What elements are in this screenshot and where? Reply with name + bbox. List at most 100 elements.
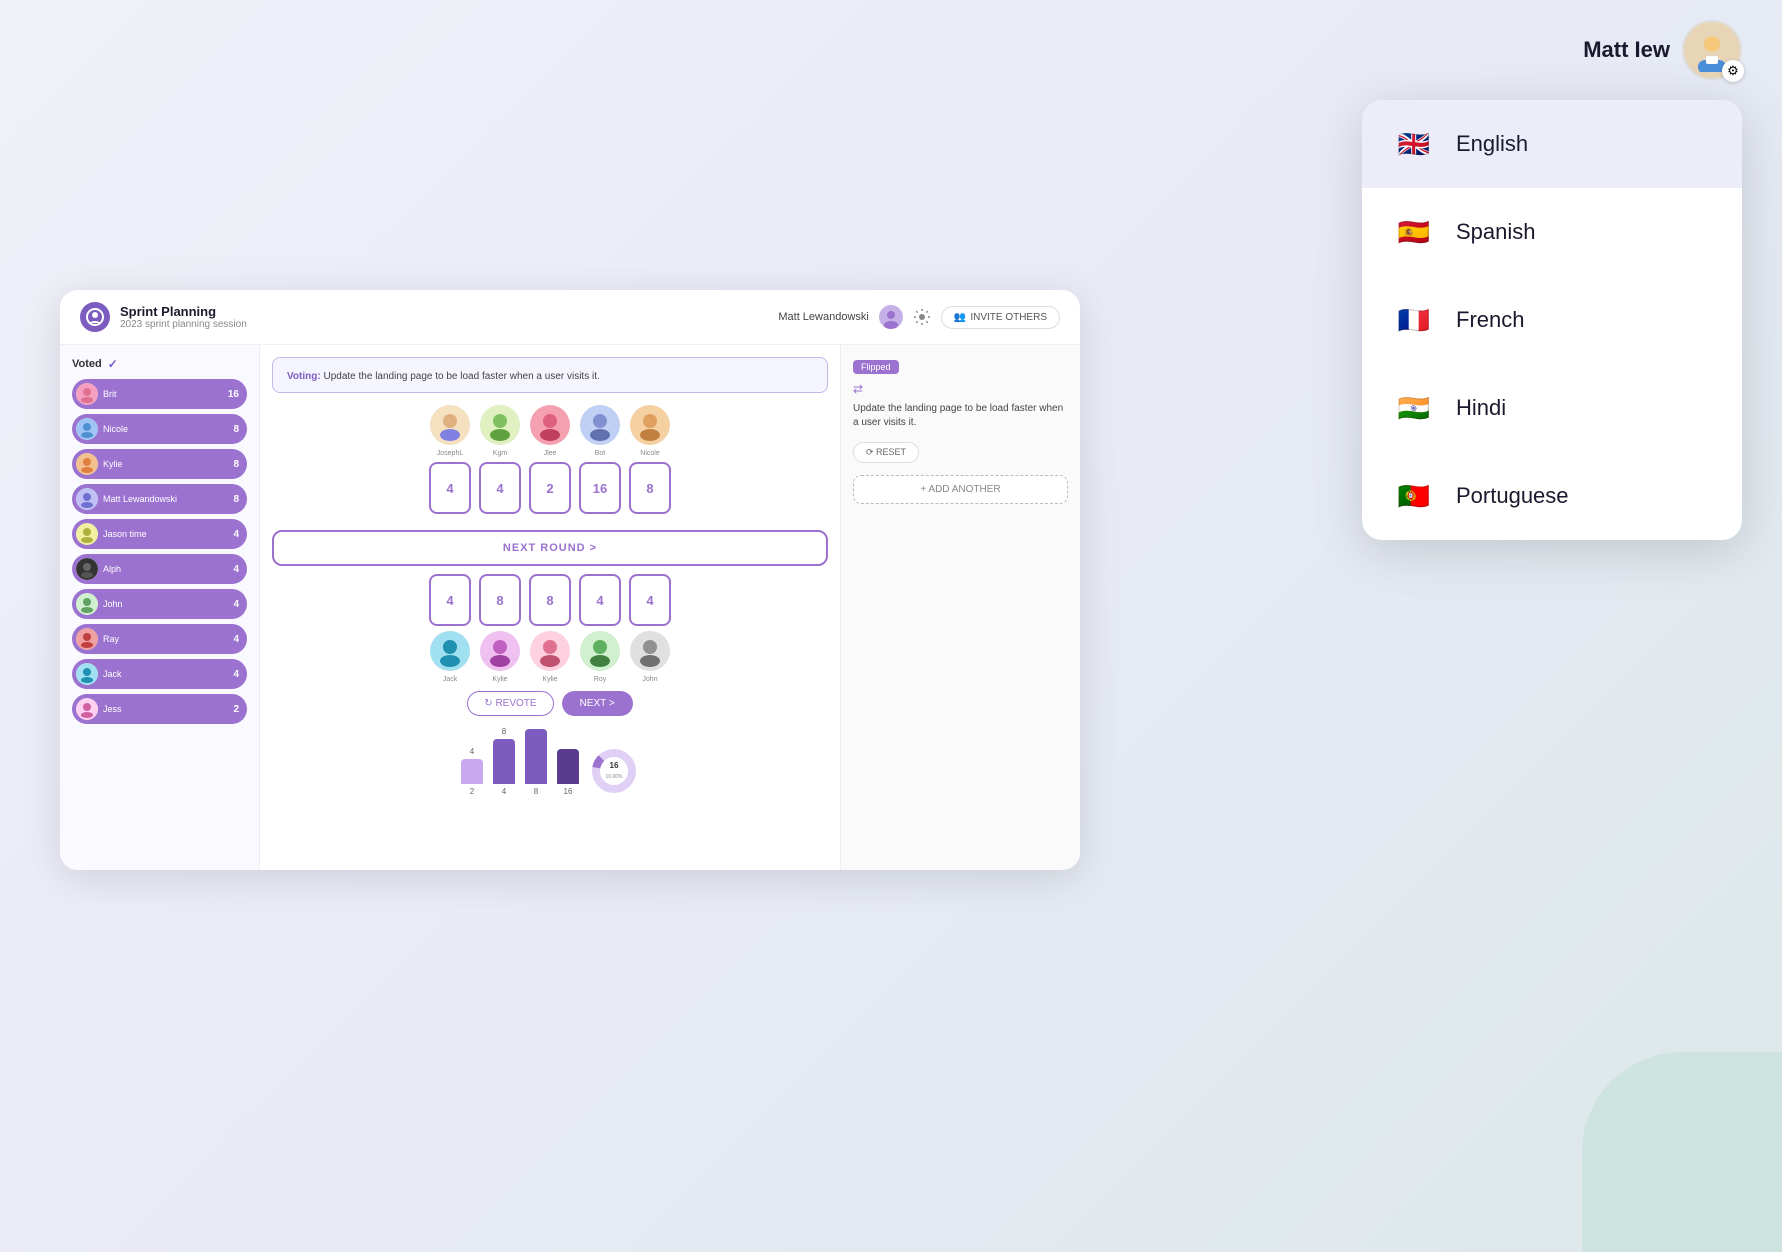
top-cards-row: JosephL 4 Kgm 4 Jlee 2 [272, 405, 828, 514]
app-title-area: Sprint Planning 2023 sprint planning ses… [120, 304, 247, 330]
player-label-kgm: Kgm [493, 450, 507, 457]
lang-item-french[interactable]: 🇫🇷 French [1362, 276, 1742, 364]
voter-score-jess: 2 [233, 704, 239, 715]
app-header: Sprint Planning 2023 sprint planning ses… [60, 290, 1080, 345]
bar-group-2: 4 2 [461, 747, 483, 796]
lang-label-french: French [1456, 307, 1524, 333]
player-label-joseph: JosephL [437, 450, 463, 457]
bar-4 [493, 739, 515, 784]
lang-item-spanish[interactable]: 🇪🇸 Spanish [1362, 188, 1742, 276]
main-content: Voting: Update the landing page to be lo… [260, 345, 840, 870]
voter-item-jess: Jess 2 [72, 694, 247, 724]
header: Matt Iew ⚙ [1583, 20, 1742, 80]
voter-score-ray: 4 [233, 634, 239, 645]
player-avatar-jack-bottom [430, 631, 470, 671]
lang-item-english[interactable]: 🇬🇧 English [1362, 100, 1742, 188]
voter-score-brit: 16 [228, 389, 239, 400]
voter-avatar-matt [76, 488, 98, 510]
player-col-joseph: JosephL 4 [429, 405, 471, 514]
settings-icon[interactable] [913, 308, 931, 326]
player-label-kylie-bottom: Kylie [492, 676, 507, 683]
player-label-kylie2-bottom: Kylie [542, 676, 557, 683]
player-label-jlee: Jlee [544, 450, 557, 457]
action-buttons: ↻ REVOTE NEXT > [272, 691, 828, 716]
flag-french: 🇫🇷 [1392, 298, 1436, 342]
bar-2 [461, 759, 483, 784]
player-col-roy-bottom: 4 Roy [579, 574, 621, 683]
reset-button[interactable]: ⟳ RESET [853, 442, 919, 463]
gear-icon[interactable]: ⚙ [1722, 60, 1744, 82]
bar-x-16: 16 [564, 787, 573, 796]
revote-button[interactable]: ↻ REVOTE [467, 691, 553, 716]
voting-bar: Voting: Update the landing page to be lo… [272, 357, 828, 393]
voter-item-alph: Alph 4 [72, 554, 247, 584]
avatar-container[interactable]: ⚙ [1682, 20, 1742, 80]
bar-group-16: 16 [557, 746, 579, 796]
voter-score-john: 4 [233, 599, 239, 610]
app-subtitle: 2023 sprint planning session [120, 319, 247, 330]
voter-avatar-jack [76, 663, 98, 685]
voter-score-alph: 4 [233, 564, 239, 575]
lang-label-spanish: Spanish [1456, 219, 1536, 245]
player-avatar-bot [580, 405, 620, 445]
svg-text:16: 16 [610, 761, 619, 770]
bar-x-2: 2 [470, 787, 474, 796]
player-avatar-kgm [480, 405, 520, 445]
voter-item-ray: Ray 4 [72, 624, 247, 654]
voter-name-john: John [103, 599, 123, 609]
player-label-nicole-top: Nicole [640, 450, 659, 457]
vote-card-kylie2-bottom: 8 [529, 574, 571, 626]
decorative-teal [1582, 1052, 1782, 1252]
app-user-name: Matt Lewandowski [778, 311, 869, 323]
vote-card-jack-bottom: 4 [429, 574, 471, 626]
voting-text: Voting: Update the landing page to be lo… [287, 371, 600, 382]
language-dropdown: 🇬🇧 English 🇪🇸 Spanish 🇫🇷 French 🇮🇳 Hindi… [1362, 100, 1742, 540]
sidebar: Voted ✓ Brit 16 Nicole 8 [60, 345, 260, 870]
app-logo-icon [80, 302, 110, 332]
voter-score-nicole: 8 [233, 424, 239, 435]
voter-item-nicole: Nicole 8 [72, 414, 247, 444]
next-button[interactable]: NEXT > [562, 691, 633, 716]
vote-card-roy-bottom: 4 [579, 574, 621, 626]
voter-name-alph: Alph [103, 564, 121, 574]
vote-card-bot: 16 [579, 462, 621, 514]
flag-english: 🇬🇧 [1392, 122, 1436, 166]
voter-avatar-jason [76, 523, 98, 545]
lang-item-hindi[interactable]: 🇮🇳 Hindi [1362, 364, 1742, 452]
vote-card-kylie-bottom: 8 [479, 574, 521, 626]
voter-avatar-alph [76, 558, 98, 580]
chart-area: 4 2 8 4 8 16 [272, 726, 828, 796]
voter-item-matt: Matt Lewandowski 8 [72, 484, 247, 514]
voter-avatar-kylie [76, 453, 98, 475]
bar-x-4: 4 [502, 787, 506, 796]
add-another-button[interactable]: + ADD ANOTHER [853, 475, 1068, 504]
voter-name-brit: Brit [103, 389, 117, 399]
player-col-kgm: Kgm 4 [479, 405, 521, 514]
voter-avatar-ray [76, 628, 98, 650]
flag-portuguese: 🇵🇹 [1392, 474, 1436, 518]
bar-label-2: 4 [470, 747, 474, 756]
next-round-button[interactable]: NEXT ROUND > [272, 530, 828, 566]
player-col-nicole-top: Nicole 8 [629, 405, 671, 514]
player-col-bot: Bot 16 [579, 405, 621, 514]
right-panel: Flipped ⇄ Update the landing page to be … [840, 345, 1080, 870]
lang-label-english: English [1456, 131, 1528, 157]
voter-item-brit: Brit 16 [72, 379, 247, 409]
player-col-john-bottom: 4 John [629, 574, 671, 683]
voted-header: Voted ✓ [72, 357, 247, 371]
voter-name-matt: Matt Lewandowski [103, 494, 177, 504]
invite-others-button[interactable]: 👥 INVITE OTHERS [941, 306, 1060, 329]
lang-label-hindi: Hindi [1456, 395, 1506, 421]
app-logo-area: Sprint Planning 2023 sprint planning ses… [80, 302, 247, 332]
flipped-badge: Flipped [853, 360, 899, 374]
player-label-jack-bottom: Jack [443, 676, 457, 683]
voter-avatar-brit [76, 383, 98, 405]
bar-8 [525, 729, 547, 784]
lang-item-portuguese[interactable]: 🇵🇹 Portuguese [1362, 452, 1742, 540]
app-title: Sprint Planning [120, 304, 247, 319]
player-label-bot: Bot [595, 450, 606, 457]
flag-hindi: 🇮🇳 [1392, 386, 1436, 430]
voter-name-jess: Jess [103, 704, 122, 714]
player-avatar-joseph [430, 405, 470, 445]
vote-card-jlee: 2 [529, 462, 571, 514]
